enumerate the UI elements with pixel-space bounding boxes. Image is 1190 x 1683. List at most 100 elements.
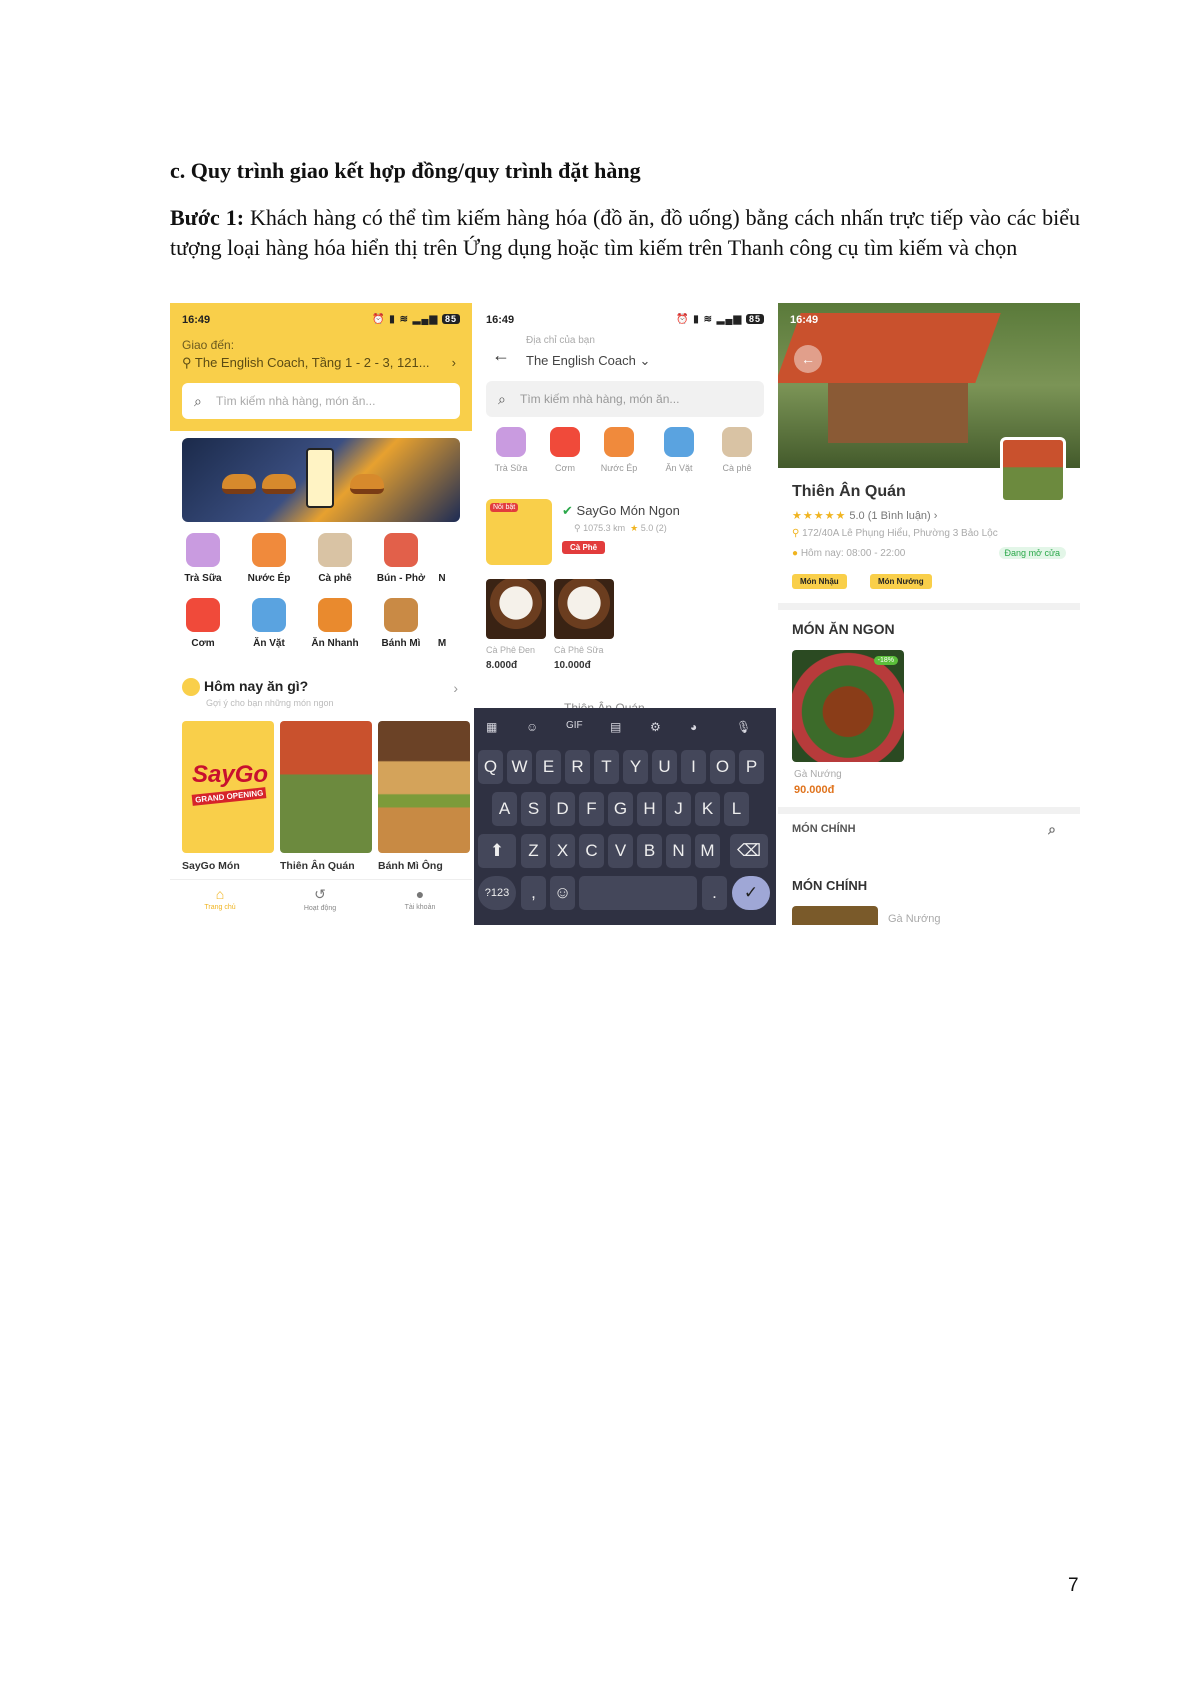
suggest-card-thien-an[interactable] [280, 721, 372, 853]
category-tra-sua[interactable]: Trà Sữa [482, 427, 540, 473]
comma-key[interactable]: , [521, 876, 546, 910]
grand-opening-label: GRAND OPENING [191, 787, 267, 806]
star-rating-icon: ★★★★★ [792, 510, 847, 522]
category-ca-phe[interactable]: Cà phê [708, 427, 766, 473]
category-nuoc-ep[interactable]: Nước Ép [590, 427, 648, 473]
microphone-icon[interactable]: 🎙 [736, 720, 751, 734]
key-t[interactable]: T [594, 750, 619, 784]
dish-image[interactable] [792, 906, 878, 925]
tab-label: Tài khoản [404, 904, 436, 911]
chevron-right-icon[interactable]: › [453, 680, 458, 696]
key-d[interactable]: D [550, 792, 575, 826]
category-label: Cà phê [318, 573, 352, 584]
tab-account[interactable]: ● Tài khoản [370, 886, 470, 911]
status-time: 16:49 [486, 314, 515, 326]
category-tra-sua[interactable]: Trà Sữa [174, 533, 232, 584]
palette-icon[interactable]: ◕ [690, 720, 697, 734]
category-com[interactable]: Cơm [536, 427, 594, 473]
key-s[interactable]: S [521, 792, 546, 826]
tab-home[interactable]: ⌂ Trang chủ [170, 886, 270, 911]
shop-name[interactable]: ✔ SayGo Món Ngon [562, 503, 680, 519]
shift-icon[interactable]: ⬆ [478, 834, 516, 868]
category-bun-pho[interactable]: Bún - Phở [372, 533, 430, 584]
key-p[interactable]: P [739, 750, 764, 784]
product-image[interactable] [486, 579, 546, 639]
key-z[interactable]: Z [521, 834, 546, 868]
apps-grid-icon[interactable]: ▦ [486, 720, 497, 734]
backspace-icon[interactable]: ⌫ [730, 834, 768, 868]
dish-price: 90.000đ [794, 784, 835, 796]
category-nuoc-ep[interactable]: Nước Ép [240, 533, 298, 584]
category-an-nhanh[interactable]: Ăn Nhanh [306, 598, 364, 649]
category-banh-mi[interactable]: Bánh Mì [372, 598, 430, 649]
key-k[interactable]: K [695, 792, 720, 826]
status-icons: ⏰ ▮ ≋ ▂▄▆ 85 [372, 314, 460, 325]
delivery-address[interactable]: ⚲ The English Coach, Tầng 1 - 2 - 3, 121… [182, 355, 460, 371]
gif-button[interactable]: GIF [566, 720, 583, 731]
key-b[interactable]: B [637, 834, 662, 868]
key-e[interactable]: E [536, 750, 561, 784]
emoji-icon[interactable]: ☺ [550, 876, 575, 910]
restaurant-rating[interactable]: ★★★★★ 5.0 (1 Bình luận) › [792, 509, 937, 522]
key-a[interactable]: A [492, 792, 517, 826]
product-image[interactable] [554, 579, 614, 639]
key-x[interactable]: X [550, 834, 575, 868]
clipboard-icon[interactable]: ▤ [610, 720, 621, 734]
sticker-icon[interactable]: ☺ [526, 720, 538, 734]
status-bar: 16:49 ⏰ ▮ ≋ ▂▄▆ 85 [486, 314, 764, 328]
key-l[interactable]: L [724, 792, 749, 826]
key-w[interactable]: W [507, 750, 532, 784]
search-input[interactable]: ⌕ Tìm kiếm nhà hàng, món ăn... [182, 383, 460, 419]
enter-check-icon[interactable]: ✓ [732, 876, 770, 910]
period-key[interactable]: . [702, 876, 727, 910]
gear-icon[interactable]: ⚙ [650, 720, 661, 734]
tag-chip[interactable]: Món Nướng [870, 574, 932, 589]
section-divider [778, 603, 1080, 610]
category-more[interactable]: N [432, 533, 452, 584]
key-g[interactable]: G [608, 792, 633, 826]
snack-icon [252, 598, 286, 632]
screenshot-home: 16:49 ⏰ ▮ ≋ ▂▄▆ 85 Giao đến: ⚲ The Engli… [170, 303, 472, 925]
category-more[interactable]: M [432, 598, 452, 649]
status-bar: 16:49 ⏰ ▮ ≋ ▂▄▆ 85 [182, 314, 460, 328]
key-h[interactable]: H [637, 792, 662, 826]
space-bar[interactable] [579, 876, 697, 910]
history-icon: ↺ [314, 886, 326, 902]
key-r[interactable]: R [565, 750, 590, 784]
key-c[interactable]: C [579, 834, 604, 868]
suggest-card-banh-mi[interactable] [378, 721, 470, 853]
tag-chip[interactable]: Món Nhậu [792, 574, 847, 589]
key-y[interactable]: Y [623, 750, 648, 784]
key-f[interactable]: F [579, 792, 604, 826]
key-q[interactable]: Q [478, 750, 503, 784]
symbols-key[interactable]: ?123 [478, 876, 516, 910]
back-arrow-icon[interactable]: ← [794, 345, 822, 373]
key-m[interactable]: M [695, 834, 720, 868]
search-placeholder: Tìm kiếm nhà hàng, món ăn... [216, 394, 376, 408]
suggest-card-saygo[interactable]: SayGo GRAND OPENING [182, 721, 274, 853]
shop-name-text: SayGo Món Ngon [576, 503, 680, 518]
category-an-vat[interactable]: Ăn Vặt [240, 598, 298, 649]
dish-image[interactable]: -18% [792, 650, 904, 762]
key-n[interactable]: N [666, 834, 691, 868]
address-selector[interactable]: The English Coach ⌄ [526, 353, 650, 369]
category-com[interactable]: Cơm [174, 598, 232, 649]
search-icon[interactable]: ⌕ [1048, 821, 1056, 838]
search-input[interactable]: ⌕ Tìm kiếm nhà hàng, món ăn... [486, 381, 764, 417]
noodle-bowl-icon [384, 533, 418, 567]
coffee-cup-icon [722, 427, 752, 457]
tab-activity[interactable]: ↺ Hoạt động [270, 886, 370, 912]
menu-category-bar[interactable]: MÓN CHÍNH ⌕ [792, 821, 1066, 838]
shop-logo[interactable]: Nổi bật [486, 499, 552, 565]
key-u[interactable]: U [652, 750, 677, 784]
search-icon: ⌕ [194, 393, 202, 409]
category-ca-phe[interactable]: Cà phê [306, 533, 364, 584]
key-o[interactable]: O [710, 750, 735, 784]
key-j[interactable]: J [666, 792, 691, 826]
section-heading: c. Quy trình giao kết hợp đồng/quy trình… [170, 158, 641, 183]
promo-banner[interactable] [182, 438, 460, 522]
category-an-vat[interactable]: Ăn Vặt [650, 427, 708, 473]
key-i[interactable]: I [681, 750, 706, 784]
key-v[interactable]: V [608, 834, 633, 868]
back-arrow-icon[interactable]: ← [492, 345, 510, 366]
